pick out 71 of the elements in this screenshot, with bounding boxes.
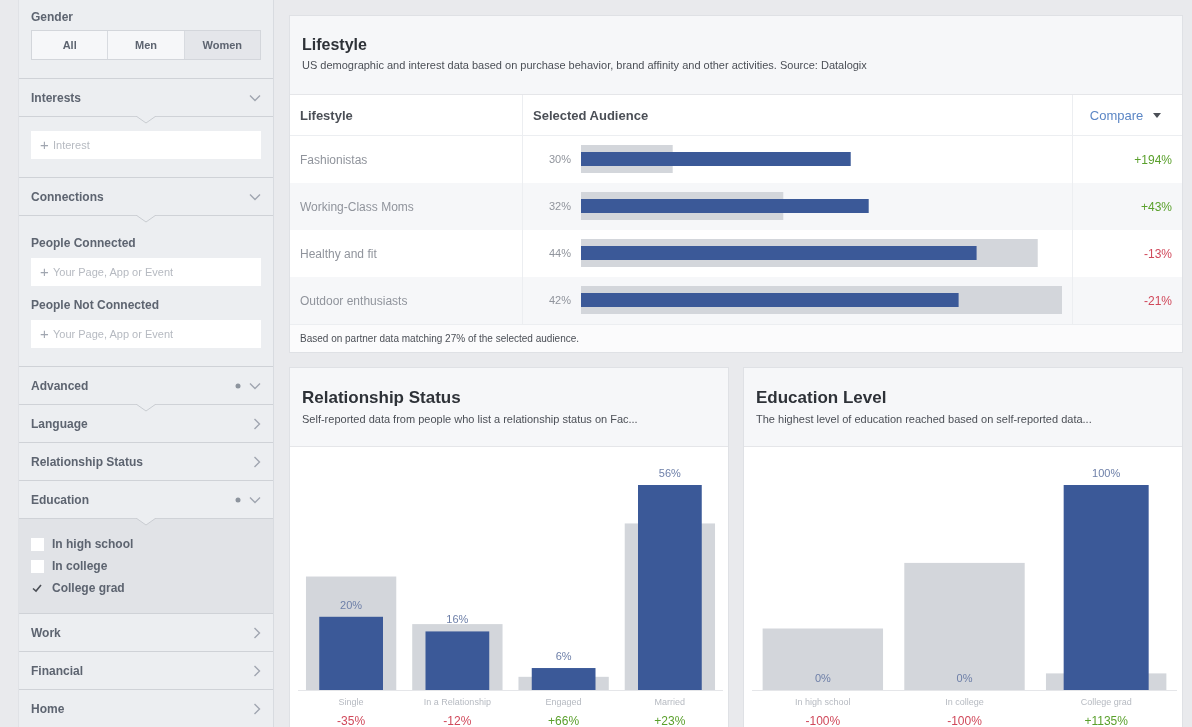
value-label: 20% bbox=[340, 598, 363, 611]
category-label: Single bbox=[338, 697, 364, 707]
percent-value: 42% bbox=[548, 294, 571, 306]
chevron-right-icon bbox=[253, 702, 261, 715]
caret-icon bbox=[1153, 112, 1162, 118]
checkbox[interactable] bbox=[31, 537, 44, 551]
gender-option[interactable]: All bbox=[32, 31, 109, 59]
checkbox-option[interactable]: College grad bbox=[31, 577, 261, 599]
value-label: 56% bbox=[658, 467, 681, 479]
chevron-down-icon bbox=[249, 192, 261, 201]
chevron-right-icon bbox=[253, 664, 261, 677]
field-label: People Not Connected bbox=[31, 298, 160, 312]
change-value: +66% bbox=[548, 714, 580, 727]
checkbox[interactable] bbox=[31, 559, 44, 573]
category-label: Engaged bbox=[545, 697, 582, 707]
change-value: -21% bbox=[1073, 277, 1182, 324]
audience-bar bbox=[425, 631, 490, 690]
category-label: In college bbox=[945, 697, 984, 707]
category-label: Fashionistas bbox=[300, 153, 368, 167]
card-title: Education Level bbox=[756, 388, 888, 408]
checkbox-option[interactable]: In high school bbox=[31, 533, 261, 555]
gender-option[interactable]: Women bbox=[184, 31, 260, 59]
plus-icon: + bbox=[40, 137, 49, 152]
value-label: 16% bbox=[446, 613, 469, 626]
gender-option[interactable]: Men bbox=[108, 31, 185, 59]
category-label: In a Relationship bbox=[423, 697, 491, 707]
change-value: +43% bbox=[1073, 183, 1182, 230]
percent-value: 32% bbox=[548, 200, 571, 212]
checkbox-option[interactable]: In college bbox=[31, 555, 261, 577]
change-value: -100% bbox=[805, 714, 841, 727]
percent-value: 30% bbox=[548, 153, 571, 165]
card-subtitle: US demographic and interest data based on purchase behavior, brand affinity and other activities. Source: Datalogix bbox=[302, 59, 868, 71]
field-label: People Connected bbox=[31, 236, 137, 250]
chevron-right-icon bbox=[253, 417, 261, 430]
change-value: -35% bbox=[337, 714, 366, 727]
chevron-down-icon bbox=[249, 495, 261, 504]
change-value: -12% bbox=[443, 714, 472, 727]
value-label: 6% bbox=[555, 650, 572, 663]
value-label: 100% bbox=[1092, 467, 1121, 479]
footnote: Based on partner data matching 27% of the selected audience. bbox=[290, 325, 1182, 352]
value-label: 0% bbox=[956, 672, 973, 684]
chevron-down-icon bbox=[249, 93, 261, 102]
category-label: Healthy and fit bbox=[300, 247, 377, 261]
card-subtitle: The highest level of education reached based on self-reported data... bbox=[756, 413, 1093, 425]
percent-value: 44% bbox=[548, 247, 571, 259]
gender-label: Gender bbox=[31, 10, 74, 24]
card-title: Relationship Status bbox=[302, 388, 462, 408]
change-value: +23% bbox=[654, 714, 686, 727]
chevron-down-icon bbox=[249, 381, 261, 390]
change-value: +1135% bbox=[1084, 714, 1128, 727]
column-header: Lifestyle bbox=[290, 95, 523, 135]
column-header: Selected Audience bbox=[532, 106, 650, 125]
change-value: +194% bbox=[1133, 151, 1173, 169]
change-value: -13% bbox=[1143, 245, 1173, 263]
plus-icon: + bbox=[40, 264, 49, 279]
card-title: Lifestyle bbox=[302, 36, 368, 54]
category-label: Married bbox=[654, 697, 686, 707]
value-label: 0% bbox=[814, 672, 831, 684]
audience-bar bbox=[531, 668, 596, 690]
pointer-notch bbox=[136, 116, 156, 124]
category-label: College grad bbox=[1080, 697, 1132, 707]
category-label: Outdoor enthusiasts bbox=[300, 294, 408, 308]
chevron-right-icon bbox=[253, 455, 261, 468]
pointer-notch bbox=[136, 215, 156, 223]
category-label: In high school bbox=[795, 697, 851, 707]
chevron-right-icon bbox=[253, 626, 261, 639]
plus-icon: + bbox=[40, 326, 49, 341]
change-value: -100% bbox=[947, 714, 982, 727]
pointer-notch bbox=[136, 404, 156, 412]
category-label: Working-Class Moms bbox=[300, 200, 414, 214]
card-subtitle: Self-reported data from people who list a relationship status on Fac... bbox=[302, 413, 639, 425]
